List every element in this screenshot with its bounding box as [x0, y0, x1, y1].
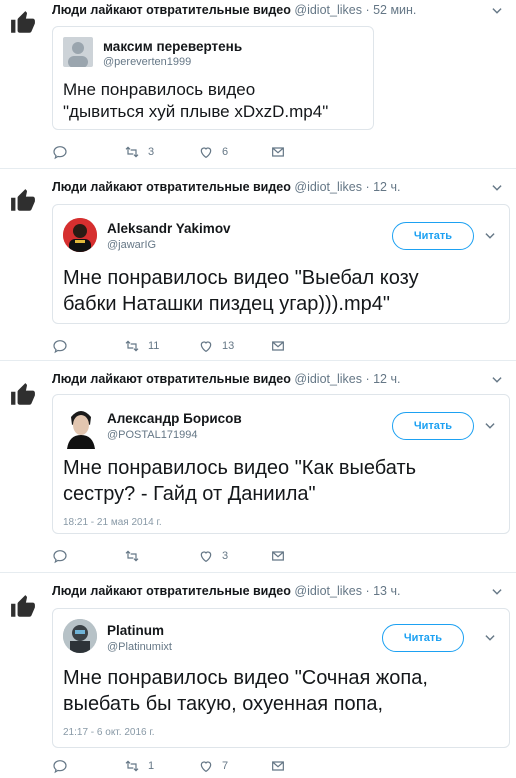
heart-icon	[200, 147, 212, 159]
tweet-header: Люди лайкают отвратительные видео @idiot…	[52, 372, 400, 386]
quoted-text-line: выебать бы такую, охуенная попа,	[63, 693, 384, 715]
account-handle[interactable]: @idiot_likes	[294, 584, 362, 598]
quoted-text-line: "дывиться хуй плыве xDxzD.mp4"	[63, 102, 329, 121]
retweet-count: 1	[148, 760, 155, 772]
retweet-button[interactable]: 11	[124, 338, 159, 354]
quoted-user-handle[interactable]: @jawarIG	[107, 239, 156, 251]
reply-button[interactable]	[52, 758, 68, 774]
quoted-user-name[interactable]: Александр Борисов	[107, 411, 242, 426]
tweet-time[interactable]: · 12 ч.	[365, 180, 400, 194]
chevron-down-icon[interactable]	[483, 229, 497, 243]
account-name[interactable]: Люди лайкают отвратительные видео	[52, 372, 291, 386]
tweet-header: Люди лайкают отвратительные видео @idiot…	[52, 584, 400, 598]
message-button[interactable]	[270, 548, 286, 564]
like-count: 7	[222, 760, 229, 772]
quoted-tweet-card[interactable]: Александр Борисов @POSTAL171994 Читать М…	[52, 394, 510, 534]
retweet-count: 3	[148, 146, 155, 158]
thumbs-up-icon	[11, 595, 35, 617]
message-button[interactable]	[270, 758, 286, 774]
follow-button[interactable]: Читать	[392, 412, 474, 440]
quoted-user-handle[interactable]: @POSTAL171994	[107, 429, 197, 441]
quoted-text-line: Мне понравилось видео "Сочная жопа,	[63, 667, 428, 689]
quoted-tweet-card[interactable]: Aleksandr Yakimov @jawarIG Читать Мне по…	[52, 204, 510, 324]
envelope-icon	[272, 551, 284, 561]
follow-button[interactable]: Читать	[382, 624, 464, 652]
retweet-button[interactable]: 1	[124, 758, 154, 774]
heart-icon	[200, 761, 212, 773]
account-name[interactable]: Люди лайкают отвратительные видео	[52, 180, 291, 194]
quoted-user-handle[interactable]: @pereverten1999	[103, 56, 191, 68]
chevron-down-icon[interactable]	[490, 373, 504, 387]
avatar[interactable]	[63, 218, 97, 252]
quoted-user-name[interactable]: максим перевертень	[103, 39, 242, 54]
message-button[interactable]	[270, 338, 286, 354]
quoted-tweet-date[interactable]: 21:17 - 6 окт. 2016 г.	[63, 727, 155, 738]
tweet-header: Люди лайкают отвратительные видео @idiot…	[52, 3, 416, 17]
envelope-icon	[272, 147, 284, 157]
account-handle[interactable]: @idiot_likes	[294, 372, 362, 386]
envelope-icon	[272, 761, 284, 771]
envelope-icon	[272, 341, 284, 351]
tweet[interactable]: Люди лайкают отвратительные видео @idiot…	[0, 0, 516, 169]
account-handle[interactable]: @idiot_likes	[294, 3, 362, 17]
avatar[interactable]	[63, 37, 93, 67]
retweet-icon	[125, 340, 139, 352]
quoted-text-line: Мне понравилось видео "Как выебать	[63, 457, 417, 479]
account-name[interactable]: Люди лайкают отвратительные видео	[52, 584, 291, 598]
like-button[interactable]: 3	[198, 548, 228, 564]
like-count: 13	[222, 340, 235, 352]
tweet-time[interactable]: · 52 мин.	[365, 3, 416, 17]
chevron-down-icon[interactable]	[490, 585, 504, 599]
quoted-text-line: бабки Наташки пиздец угар))).mp4"	[63, 293, 390, 315]
tweet-header: Люди лайкают отвратительные видео @idiot…	[52, 180, 400, 194]
quoted-user-handle[interactable]: @Platinumixt	[107, 641, 172, 653]
tweet[interactable]: Люди лайкают отвратительные видео @idiot…	[0, 168, 516, 361]
heart-icon	[200, 341, 212, 353]
quoted-tweet-date[interactable]: 18:21 - 21 мая 2014 г.	[63, 517, 162, 528]
reply-button[interactable]	[52, 338, 68, 354]
heart-icon	[200, 551, 212, 563]
retweet-count: 11	[148, 340, 160, 352]
chevron-down-icon[interactable]	[483, 631, 497, 645]
thumbs-up-icon	[11, 383, 35, 405]
retweet-button[interactable]	[124, 548, 140, 564]
chevron-down-icon[interactable]	[490, 4, 504, 18]
thumbs-up-icon	[11, 189, 35, 211]
quoted-user-name[interactable]: Aleksandr Yakimov	[107, 221, 231, 236]
chevron-down-icon[interactable]	[483, 419, 497, 433]
avatar[interactable]	[63, 405, 99, 449]
tweet[interactable]: Люди лайкают отвратительные видео @idiot…	[0, 572, 516, 778]
like-count: 3	[222, 550, 229, 562]
retweet-icon	[125, 550, 139, 562]
account-handle[interactable]: @idiot_likes	[294, 180, 362, 194]
chevron-down-icon[interactable]	[490, 181, 504, 195]
quoted-tweet-card[interactable]: Platinum @Platinumixt Читать Мне понрави…	[52, 608, 510, 748]
tweet-time[interactable]: · 12 ч.	[365, 372, 400, 386]
like-button[interactable]: 7	[198, 758, 228, 774]
tweet[interactable]: Люди лайкают отвратительные видео @idiot…	[0, 360, 516, 573]
like-button[interactable]: 13	[198, 338, 234, 354]
reply-button[interactable]	[52, 548, 68, 564]
quoted-text-line: сестру? - Гайд от Даниила"	[63, 483, 316, 505]
quoted-user-name[interactable]: Platinum	[107, 623, 164, 638]
reply-icon	[53, 760, 67, 774]
like-count: 6	[222, 146, 229, 158]
quoted-text-line: Мне понравилось видео "Выебал козу	[63, 267, 419, 289]
tweet-time[interactable]: · 13 ч.	[365, 584, 400, 598]
message-button[interactable]	[270, 144, 286, 160]
reply-icon	[53, 550, 67, 564]
reply-icon	[53, 146, 67, 160]
follow-button[interactable]: Читать	[392, 222, 474, 250]
reply-icon	[53, 340, 67, 354]
account-name[interactable]: Люди лайкают отвратительные видео	[52, 3, 291, 17]
like-button[interactable]: 6	[198, 144, 228, 160]
quoted-tweet-card[interactable]: максим перевертень @pereverten1999 Мне п…	[52, 26, 374, 130]
retweet-icon	[125, 760, 139, 772]
reply-button[interactable]	[52, 144, 68, 160]
thumbs-up-icon	[11, 11, 35, 33]
quoted-text-line: Мне понравилось видео	[63, 80, 256, 99]
retweet-icon	[125, 146, 139, 158]
avatar[interactable]	[63, 619, 97, 653]
retweet-button[interactable]: 3	[124, 144, 154, 160]
